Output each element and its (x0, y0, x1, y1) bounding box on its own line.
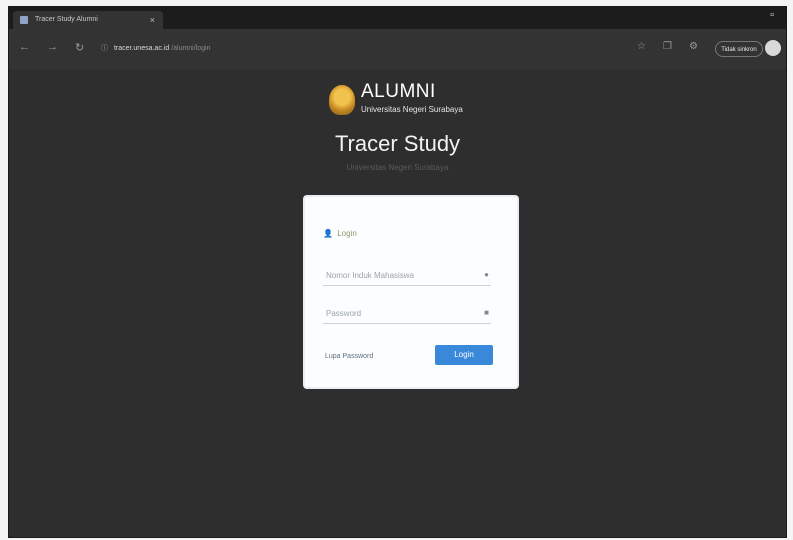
university-logo (329, 85, 355, 115)
page-title: Tracer Study (334, 131, 461, 156)
browser-toolbar: ← → ↻ ⓘ tracer.unesa.ac.id /alumni/login… (9, 29, 786, 69)
avatar[interactable] (765, 40, 781, 56)
tab-title: Tracer Study Alumni (35, 16, 98, 23)
page-subtitle: Universitas Negeri Surabaya (346, 163, 449, 172)
browser-window: Tracer Study Alumni × ▫ ← → ↻ ⓘ tracer.u… (8, 6, 787, 538)
login-card: 👤 Login Nomor Induk Mahasiswa ● Password… (305, 197, 517, 387)
tab-bar: Tracer Study Alumni × ▫ (9, 7, 786, 29)
username-field[interactable]: Nomor Induk Mahasiswa ● (323, 267, 491, 286)
address-path: /alumni/login (171, 45, 211, 52)
user-field-icon: ● (484, 270, 489, 279)
browser-tab[interactable]: Tracer Study Alumni × (13, 11, 163, 29)
collections-icon[interactable]: ❐ (663, 41, 672, 52)
forward-icon[interactable]: → (47, 41, 58, 53)
address-bar[interactable]: ⓘ tracer.unesa.ac.id /alumni/login (101, 41, 621, 57)
settings-icon[interactable]: ⚙ (689, 41, 698, 52)
lock-icon: ■ (484, 308, 489, 317)
brand: ALUMNI Universitas Negeri Surabaya (329, 81, 529, 121)
address-host: tracer.unesa.ac.id (113, 45, 170, 52)
star-icon[interactable]: ☆ (637, 41, 646, 52)
brand-name: ALUMNI (361, 81, 436, 102)
login-button[interactable]: Login (435, 345, 493, 365)
page-content: ALUMNI Universitas Negeri Surabaya Trace… (9, 69, 786, 537)
brand-subtitle: Universitas Negeri Surabaya (361, 105, 463, 114)
user-icon: 👤 (323, 229, 333, 238)
favicon-icon (20, 16, 28, 24)
profile-button[interactable]: Tidak sinkron (715, 41, 763, 57)
tab-close-icon[interactable]: × (150, 11, 155, 29)
refresh-icon[interactable]: ↻ (75, 41, 84, 54)
window-control-icon[interactable]: ▫ (770, 9, 774, 21)
back-icon[interactable]: ← (19, 41, 30, 53)
login-heading-label: Login (337, 229, 357, 238)
forgot-password-link[interactable]: Lupa Password (325, 353, 373, 360)
password-field[interactable]: Password ■ (323, 305, 491, 324)
password-placeholder: Password (326, 309, 362, 318)
username-placeholder: Nomor Induk Mahasiswa (326, 271, 415, 280)
site-info-icon[interactable]: ⓘ (101, 45, 108, 52)
login-heading: 👤 Login (323, 229, 357, 238)
